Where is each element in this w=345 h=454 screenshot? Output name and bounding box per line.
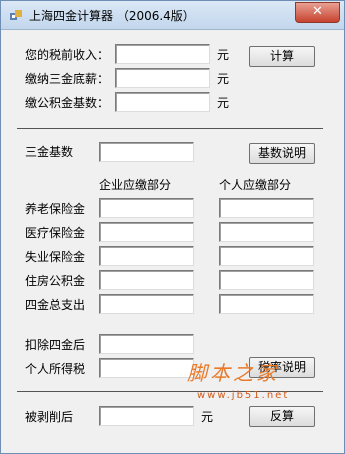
total-personal-input[interactable] — [219, 294, 314, 314]
net-income-label: 被剥削后 — [25, 410, 74, 424]
base-label: 三金基数 — [25, 145, 74, 159]
income-tax-label: 个人所得税 — [25, 362, 86, 376]
company-column-header: 企业应缴部分 — [99, 178, 172, 192]
housing-base-input[interactable] — [115, 92, 210, 112]
pension-company-input[interactable] — [99, 198, 194, 218]
title-bar: 上海四金计算器 （2006.4版） ✕ — [1, 1, 344, 30]
housing-base-label: 缴公积金基数： — [25, 96, 110, 110]
app-window: 上海四金计算器 （2006.4版） ✕ 您的税前收入： 元 缴纳三金底薪： 元 … — [0, 0, 345, 454]
row-label: 失业保险金 — [25, 250, 86, 264]
calculate-button[interactable]: 计算 — [249, 46, 315, 67]
base-salary-label: 缴纳三金底薪： — [25, 72, 110, 86]
base-input[interactable] — [99, 142, 194, 162]
app-icon — [10, 10, 22, 20]
salary-unit: 元 — [217, 48, 230, 62]
housing-base-unit: 元 — [217, 96, 230, 110]
personal-column-header: 个人应缴部分 — [219, 178, 292, 192]
total-company-input[interactable] — [99, 294, 194, 314]
medical-company-input[interactable] — [99, 222, 194, 242]
close-icon: ✕ — [312, 4, 323, 19]
salary-input[interactable] — [115, 44, 210, 64]
base-salary-input[interactable] — [115, 68, 210, 88]
client-area: 您的税前收入： 元 缴纳三金底薪： 元 缴公积金基数： 元 计算 三金基数 基数… — [1, 30, 344, 453]
base-explain-button[interactable]: 基数说明 — [249, 143, 315, 164]
row-label: 住房公积金 — [25, 274, 86, 288]
medical-personal-input[interactable] — [219, 222, 314, 242]
net-income-unit: 元 — [201, 410, 214, 424]
housing-personal-input[interactable] — [219, 270, 314, 290]
unemployment-company-input[interactable] — [99, 246, 194, 266]
housing-company-input[interactable] — [99, 270, 194, 290]
watermark-url: www.jb51.net — [197, 390, 290, 401]
base-salary-unit: 元 — [217, 72, 230, 86]
row-label: 医疗保险金 — [25, 226, 86, 240]
salary-label: 您的税前收入： — [25, 48, 110, 62]
row-label: 养老保险金 — [25, 202, 86, 216]
income-tax-input[interactable] — [99, 358, 194, 378]
window-title: 上海四金计算器 （2006.4版） — [29, 9, 195, 23]
net-income-input[interactable] — [99, 406, 194, 426]
unemployment-personal-input[interactable] — [219, 246, 314, 266]
after-deduct-input[interactable] — [99, 334, 194, 354]
row-label: 四金总支出 — [25, 298, 86, 312]
pension-personal-input[interactable] — [219, 198, 314, 218]
watermark-logo: 脚本之家 — [187, 361, 279, 385]
divider-top — [17, 128, 323, 129]
close-button[interactable]: ✕ — [295, 2, 340, 23]
reverse-calc-button[interactable]: 反算 — [249, 406, 315, 427]
after-deduct-label: 扣除四金后 — [25, 338, 86, 352]
